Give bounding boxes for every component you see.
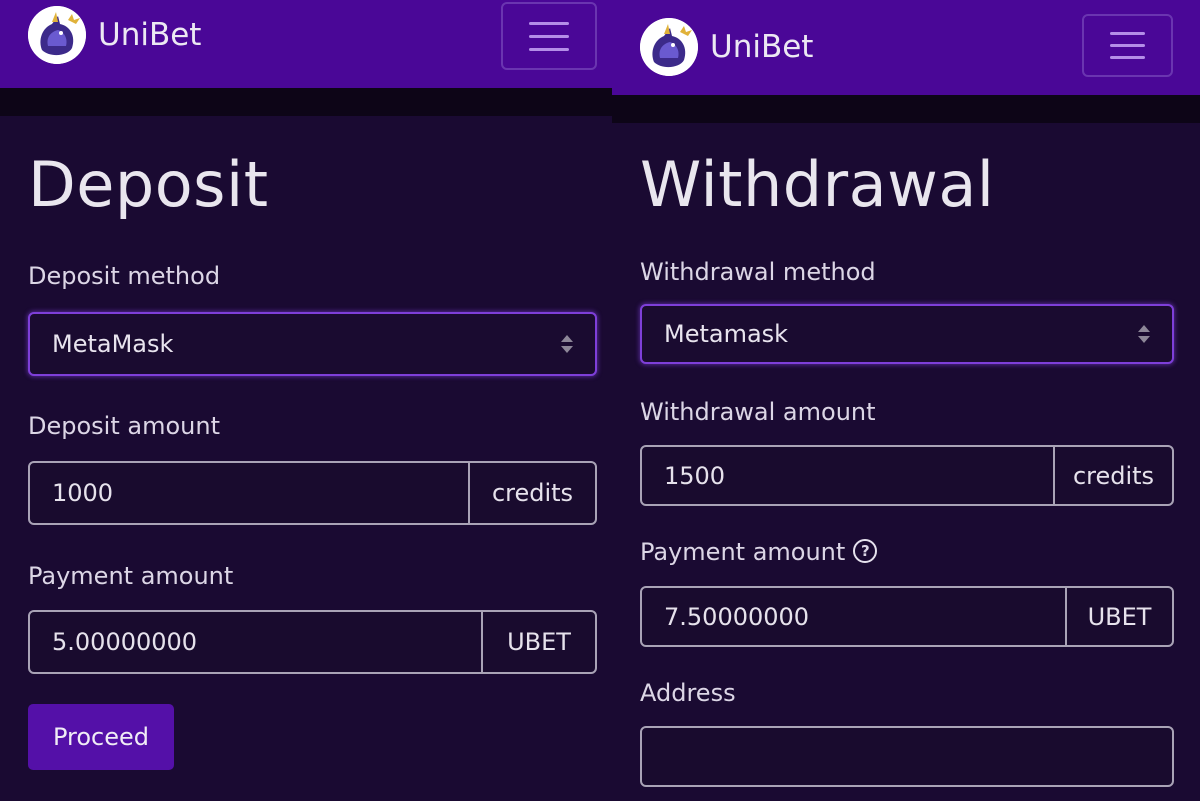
deposit-amount-unit: credits: [468, 463, 595, 523]
payment-amount-label: Payment amount: [28, 562, 234, 590]
withdrawal-method-value: Metamask: [664, 320, 789, 348]
navbar: UniBet: [612, 0, 1200, 95]
payment-amount-input[interactable]: 7.50000000: [642, 588, 1065, 645]
withdrawal-amount-label: Withdrawal amount: [640, 398, 876, 426]
proceed-button[interactable]: Proceed: [28, 704, 174, 770]
deposit-method-select[interactable]: MetaMask: [28, 312, 597, 376]
payment-amount-unit: UBET: [481, 612, 595, 672]
payment-amount-unit: UBET: [1065, 588, 1172, 645]
unicorn-logo-icon: [28, 6, 86, 64]
navbar-shadow-band: [612, 95, 1200, 123]
withdrawal-amount-group: 1500 credits: [640, 445, 1174, 506]
page-title: Withdrawal: [640, 148, 995, 221]
payment-amount-input[interactable]: 5.00000000: [30, 612, 481, 672]
payment-amount-group: 7.50000000 UBET: [640, 586, 1174, 647]
withdrawal-method-label: Withdrawal method: [640, 258, 876, 286]
updown-caret-icon: [561, 335, 573, 353]
menu-toggle-button[interactable]: [501, 2, 597, 70]
address-input[interactable]: [640, 726, 1174, 787]
payment-amount-group: 5.00000000 UBET: [28, 610, 597, 674]
navbar: UniBet: [0, 0, 612, 88]
page-title: Deposit: [28, 148, 269, 221]
screenshot-composite: UniBet Deposit Deposit method MetaMask D…: [0, 0, 1200, 801]
deposit-amount-group: 1000 credits: [28, 461, 597, 525]
deposit-method-label: Deposit method: [28, 262, 221, 290]
payment-amount-label-row: Payment amount?: [640, 538, 1185, 566]
withdrawal-screen: UniBet Withdrawal Withdrawal method Meta…: [612, 0, 1200, 801]
brand-name: UniBet: [98, 17, 202, 53]
withdrawal-method-select[interactable]: Metamask: [640, 304, 1174, 364]
withdrawal-amount-unit: credits: [1053, 447, 1172, 504]
address-label: Address: [640, 679, 736, 707]
brand-link[interactable]: UniBet: [640, 18, 813, 76]
navbar-shadow-band: [0, 88, 612, 116]
deposit-screen: UniBet Deposit Deposit method MetaMask D…: [0, 0, 612, 801]
question-circle-icon[interactable]: ?: [853, 539, 878, 563]
deposit-amount-input[interactable]: 1000: [30, 463, 468, 523]
menu-toggle-button[interactable]: [1082, 14, 1173, 77]
hamburger-menu-icon: [529, 22, 569, 25]
brand-link[interactable]: UniBet: [28, 6, 201, 64]
deposit-method-value: MetaMask: [52, 330, 174, 358]
payment-amount-label: Payment amount: [640, 538, 846, 566]
withdrawal-amount-input[interactable]: 1500: [642, 447, 1053, 504]
updown-caret-icon: [1138, 325, 1150, 343]
hamburger-menu-icon: [1110, 32, 1145, 35]
deposit-amount-label: Deposit amount: [28, 412, 220, 440]
unicorn-logo-icon: [640, 18, 698, 76]
brand-name: UniBet: [710, 29, 814, 65]
